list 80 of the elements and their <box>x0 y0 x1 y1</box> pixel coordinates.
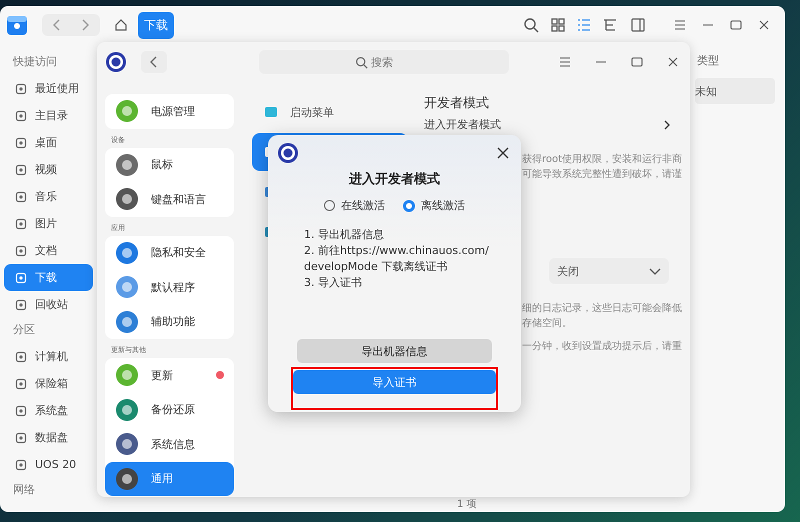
module-icon <box>115 99 139 124</box>
module-icon <box>115 432 139 456</box>
sidebar-item[interactable]: 系统盘 <box>4 397 93 424</box>
radio-button[interactable] <box>324 200 335 211</box>
breadcrumb-button[interactable]: 下载 <box>138 12 174 38</box>
sidebar-item[interactable]: 计算机 <box>4 343 93 370</box>
radio-option[interactable]: 在线激活 <box>324 198 385 213</box>
search-field[interactable]: 搜索 <box>259 50 509 74</box>
sidebar-item[interactable]: 文档 <box>4 237 93 264</box>
import-certificate-button[interactable]: 导入证书 <box>293 370 496 394</box>
sidebar-item[interactable]: 数据盘 <box>4 424 93 451</box>
subnav-icon <box>264 105 278 119</box>
module-icon <box>115 310 139 334</box>
back-button[interactable] <box>141 51 167 73</box>
developer-mode-entry[interactable]: 进入开发者模式 <box>424 117 682 132</box>
chevron-right-icon <box>662 120 672 130</box>
sidebar-item[interactable]: 音乐 <box>4 183 93 210</box>
sidebar-section-title: 网络 <box>12 482 36 498</box>
grid-view-icon[interactable] <box>551 18 565 32</box>
settings-logo-icon <box>105 51 127 73</box>
maximize-icon[interactable] <box>729 18 743 32</box>
module-icon <box>115 152 139 177</box>
module-icon <box>115 240 139 265</box>
nav-item[interactable]: 隐私和安全 <box>105 236 234 270</box>
search-icon <box>355 56 368 69</box>
tree-view-icon[interactable] <box>603 18 617 32</box>
sidebar-item[interactable]: 主目录 <box>4 102 93 129</box>
module-icon <box>115 398 139 422</box>
radio-option[interactable]: 离线激活 <box>403 198 465 213</box>
sidebar-item[interactable]: 视频 <box>4 156 93 183</box>
sidebar-item[interactable]: 回收站 <box>4 291 93 318</box>
sidebar-item[interactable]: 桌面 <box>4 129 93 156</box>
radio-button[interactable] <box>403 200 415 212</box>
subnav-item[interactable]: 启动菜单 <box>252 93 408 131</box>
instruction-step: 3. 导入证书 <box>304 275 521 291</box>
search-icon[interactable] <box>523 17 539 33</box>
close-icon[interactable] <box>497 147 509 159</box>
developer-mode-description: 获得root使用权限，安装和运行非商 可能导致系统完整性遭到破坏，请谨 <box>522 152 682 182</box>
chevron-down-icon <box>648 266 661 276</box>
file-row[interactable]: 未知 <box>695 78 775 104</box>
sidebar-section-title: 快捷访问 <box>12 54 58 70</box>
list-view-icon[interactable] <box>577 18 591 32</box>
sidebar-item[interactable]: UOS 20 <box>4 451 93 478</box>
log-hint: 一分钟，收到设置成功提示后，请重 <box>522 340 682 354</box>
maximize-icon[interactable] <box>630 55 644 69</box>
sidebar-item[interactable]: 保险箱 <box>4 370 93 397</box>
close-icon[interactable] <box>666 55 680 69</box>
nav-item[interactable]: 备份还原 <box>105 392 234 427</box>
module-icon <box>115 363 139 388</box>
column-header[interactable]: 类型 <box>697 52 719 68</box>
close-icon[interactable] <box>757 18 771 32</box>
instruction-step: 2. 前往https://www.chinauos.com/ developMode 下载离线证书 <box>304 243 521 275</box>
log-level-dropdown[interactable]: 关闭 <box>548 258 669 284</box>
section-title: 开发者模式 <box>424 95 489 112</box>
nav-item[interactable]: 更新 <box>105 358 234 392</box>
log-description: 细的日志记录，这些日志可能会降低 存储空间。 <box>522 302 682 331</box>
nav-item[interactable]: 鼠标 <box>105 148 234 182</box>
dialog-title: 进入开发者模式 <box>349 170 440 188</box>
settings-logo-icon <box>277 142 299 164</box>
file-manager-app-icon[interactable] <box>6 14 28 36</box>
home-icon[interactable] <box>114 18 128 32</box>
nav-item[interactable]: 系统信息 <box>105 427 234 462</box>
nav-item[interactable]: 通用 <box>105 462 234 496</box>
instruction-step: 1. 导出机器信息 <box>304 227 521 243</box>
nav-item[interactable]: 电源管理 <box>105 94 234 128</box>
details-panel-icon[interactable] <box>631 18 645 32</box>
module-icon <box>115 275 139 300</box>
sidebar-item[interactable]: 图片 <box>4 210 93 237</box>
module-icon <box>115 187 139 212</box>
nav-item[interactable]: 默认程序 <box>105 270 234 304</box>
nav-item[interactable]: 键盘和语言 <box>105 182 234 216</box>
menu-icon[interactable] <box>673 18 687 32</box>
nav-item[interactable]: 辅助功能 <box>105 304 234 339</box>
sidebar-item[interactable]: 最近使用 <box>4 75 93 102</box>
sidebar-section-title: 分区 <box>12 322 36 338</box>
export-info-button[interactable]: 导出机器信息 <box>297 339 492 363</box>
menu-icon[interactable] <box>558 55 572 69</box>
sidebar-item[interactable]: 下载 <box>4 264 93 291</box>
module-icon <box>115 466 139 491</box>
item-count: 1 项 <box>457 498 478 512</box>
